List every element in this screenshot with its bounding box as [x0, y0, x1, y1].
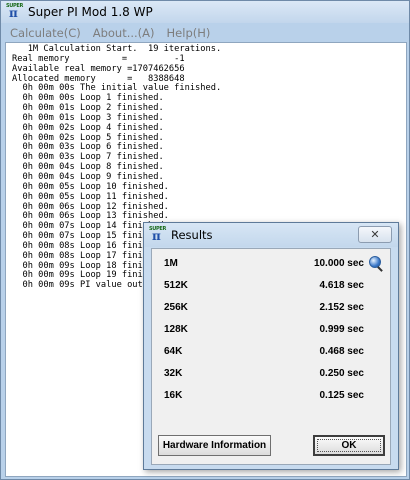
close-icon: ✕	[370, 228, 380, 241]
result-row-64k: 64K 0.468 sec	[164, 346, 364, 358]
menu-about[interactable]: About...(A)	[88, 26, 160, 40]
result-value: 0.125 sec	[319, 390, 365, 401]
hardware-information-button[interactable]: Hardware Information	[158, 435, 271, 456]
results-dialog: SUPER π Results ✕ 1M 10.000 sec 512K 4.6…	[143, 222, 399, 470]
result-row-1m: 1M 10.000 sec	[164, 258, 364, 270]
result-value: 4.618 sec	[319, 280, 365, 291]
result-value: 10.000 sec	[313, 258, 364, 269]
result-label: 512K	[164, 280, 188, 291]
super-pi-icon: SUPER π	[149, 226, 166, 243]
result-row-32k: 32K 0.250 sec	[164, 368, 364, 380]
close-button[interactable]: ✕	[358, 226, 392, 243]
results-title: Results	[171, 228, 213, 242]
result-value: 0.250 sec	[319, 368, 365, 379]
globe-search-icon[interactable]	[369, 256, 381, 268]
main-window-title: Super PI Mod 1.8 WP	[28, 5, 153, 19]
result-row-16k: 16K 0.125 sec	[164, 390, 364, 402]
results-panel: 1M 10.000 sec 512K 4.618 sec 256K 2.152 …	[151, 248, 391, 465]
result-label: 64K	[164, 346, 183, 357]
menu-help[interactable]: Help(H)	[162, 26, 216, 40]
menu-bar: Calculate(C) About...(A) Help(H)	[5, 24, 405, 42]
icon-pi-glyph: π	[152, 229, 161, 243]
result-label: 128K	[164, 324, 188, 335]
result-label: 256K	[164, 302, 188, 313]
result-row-512k: 512K 4.618 sec	[164, 280, 364, 292]
result-row-256k: 256K 2.152 sec	[164, 302, 364, 314]
ok-button[interactable]: OK	[313, 435, 385, 456]
result-value: 2.152 sec	[319, 302, 365, 313]
menu-calculate[interactable]: Calculate(C)	[5, 26, 86, 40]
result-value: 0.468 sec	[319, 346, 365, 357]
results-title-bar[interactable]: SUPER π Results ✕	[144, 223, 398, 247]
result-label: 16K	[164, 390, 183, 401]
focus-rectangle	[317, 439, 381, 452]
main-title-bar[interactable]: SUPER π Super PI Mod 1.8 WP	[1, 1, 409, 23]
result-label: 32K	[164, 368, 183, 379]
super-pi-icon: SUPER π	[6, 3, 23, 20]
result-row-128k: 128K 0.999 sec	[164, 324, 364, 336]
icon-pi-glyph: π	[9, 6, 18, 20]
result-value: 0.999 sec	[319, 324, 365, 335]
result-label: 1M	[164, 258, 178, 269]
